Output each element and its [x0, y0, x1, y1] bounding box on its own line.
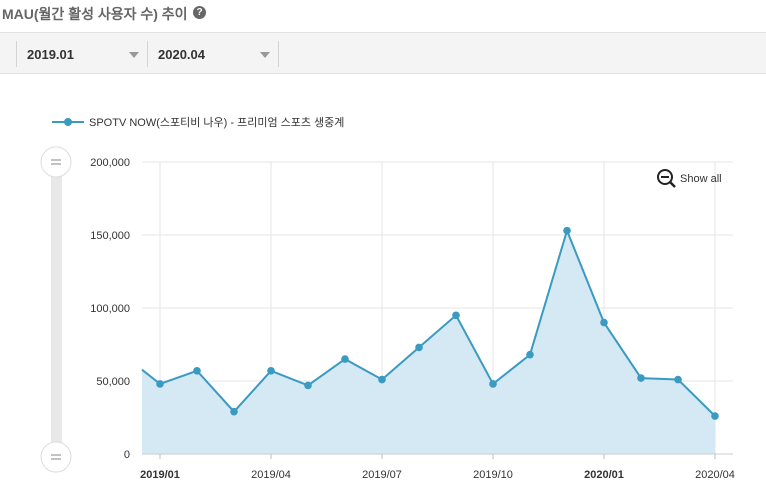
x-tick-label: 2019/07	[362, 469, 402, 481]
data-point-2019-07[interactable]	[378, 375, 386, 384]
data-point-2019-08[interactable]	[415, 343, 423, 352]
legend-marker	[64, 118, 72, 126]
show-all-label: Show all	[680, 173, 722, 185]
page-title: MAU(월간 활성 사용자 수) 추이	[2, 6, 188, 22]
range-slider-handle-top[interactable]	[40, 146, 72, 178]
question-circle-icon[interactable]: ?	[193, 6, 206, 19]
data-point-2019-12[interactable]	[563, 226, 571, 235]
y-tick-label: 0	[124, 449, 130, 461]
data-point-2019-01[interactable]	[156, 380, 164, 388]
range-slider[interactable]	[40, 146, 72, 473]
data-point-2019-10[interactable]	[489, 380, 497, 388]
zoom-out-icon	[657, 169, 676, 188]
y-tick-label: 150,000	[90, 230, 130, 242]
data-point-2019-05[interactable]	[304, 381, 312, 390]
data-point-2019-09[interactable]	[452, 311, 460, 320]
legend-label: SPOTV NOW(스포티비 나우) - 프리미엄 스포츠 생중계	[89, 116, 344, 129]
data-point-2020-04[interactable]	[711, 412, 719, 420]
x-tick-label: 2019/10	[473, 469, 513, 481]
range-slider-track	[51, 164, 62, 458]
data-point-2019-02[interactable]	[193, 366, 201, 375]
data-point-2019-11[interactable]	[526, 350, 534, 359]
chevron-down-icon	[129, 52, 139, 58]
data-point-2019-04[interactable]	[267, 366, 275, 375]
divider	[278, 41, 279, 67]
date-filter-bar: 2019.01 2020.04	[0, 32, 766, 74]
start-month-select[interactable]: 2019.01	[17, 39, 147, 69]
x-tick-label: 2020/01	[584, 469, 624, 481]
y-tick-label: 100,000	[90, 303, 130, 315]
data-point-2020-01[interactable]	[600, 318, 608, 327]
x-axis: 2019/01 2019/04 2019/07 2019/10 2020/01 2020/…	[140, 453, 735, 481]
y-tick-label: 50,000	[96, 376, 130, 388]
data-point-2019-06[interactable]	[341, 355, 349, 363]
y-axis: 0 50,000 100,000 150,000 200,000	[90, 157, 130, 461]
x-tick-label: 2019/04	[251, 469, 291, 481]
legend[interactable]: SPOTV NOW(스포티비 나우) - 프리미엄 스포츠 생중계	[52, 116, 344, 129]
mau-chart-svg: 050,000100,000150,000200,000 2019/01 2019…	[40, 116, 735, 481]
data-point-2020-03[interactable]	[674, 375, 682, 384]
title-bar: MAU(월간 활성 사용자 수) 추이 ?	[0, 0, 766, 30]
end-month-value: 2020.04	[158, 47, 205, 62]
mau-chart: 0 50,000 100,000 150,000 200,000 2019/01 2019…	[0, 74, 766, 486]
area-fill	[142, 230, 715, 454]
x-tick-label: 2020/04	[695, 469, 735, 481]
range-slider-handle-bottom[interactable]	[40, 441, 72, 473]
data-point-2019-03[interactable]	[230, 407, 238, 416]
show-all-button[interactable]: Show all	[657, 169, 722, 188]
end-month-select[interactable]: 2020.04	[148, 39, 278, 69]
start-month-value: 2019.01	[27, 47, 74, 62]
data-point-2020-02[interactable]	[637, 374, 645, 382]
chevron-down-icon	[260, 52, 270, 58]
x-tick-label: 2019/01	[140, 469, 180, 481]
y-tick-label: 200,000	[90, 157, 130, 169]
